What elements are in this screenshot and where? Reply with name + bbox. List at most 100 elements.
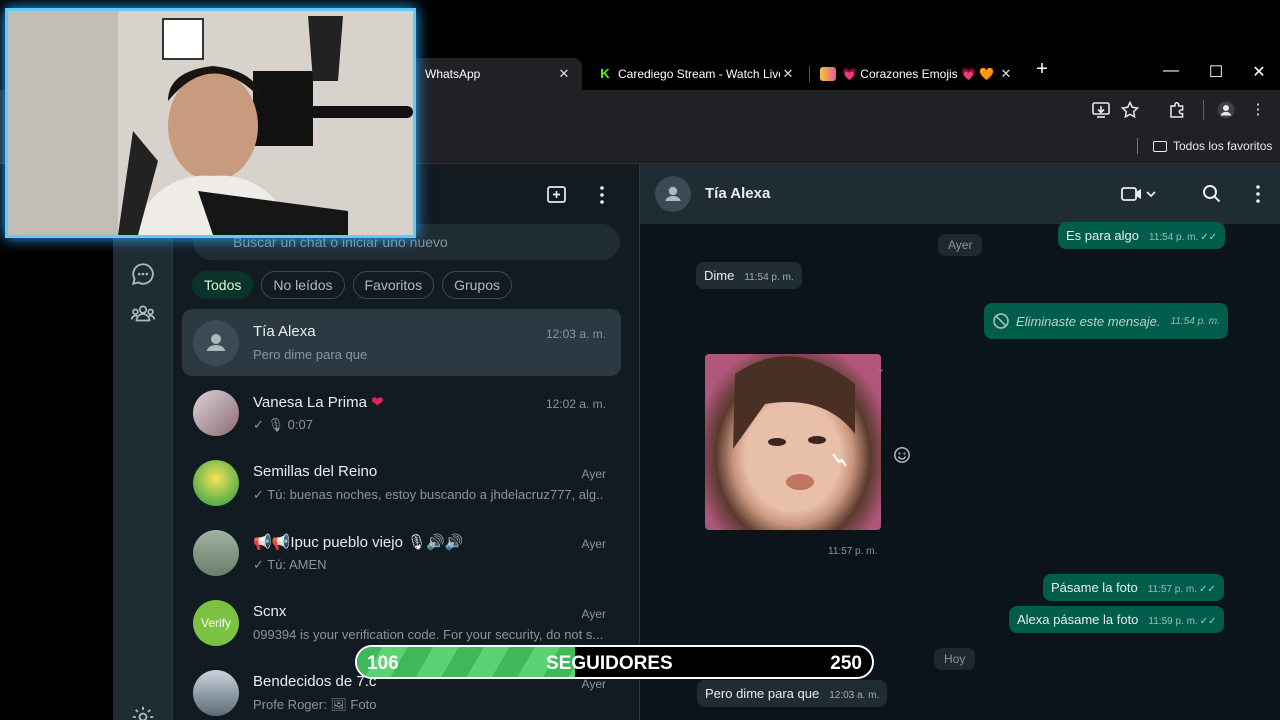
message-time: 11:54 p. m. xyxy=(1170,315,1220,327)
read-ticks-icon: ✓✓ xyxy=(1199,584,1216,595)
contact-avatar[interactable] xyxy=(655,176,691,212)
read-ticks-icon: ✓✓ xyxy=(1199,616,1217,627)
settings-gear-icon[interactable] xyxy=(130,704,156,720)
chat-time: Ayer xyxy=(581,537,606,551)
webcam-overlay xyxy=(5,8,416,238)
message-deleted[interactable]: Eliminaste este mensaje. 11:54 p. m. xyxy=(984,303,1228,339)
tab-title: 💗 Corazones Emojis 💗 🧡 💛 xyxy=(842,67,998,81)
emoji-site-icon xyxy=(820,67,836,81)
menu-dots-icon[interactable] xyxy=(1247,183,1269,205)
image-message-photo[interactable] xyxy=(705,354,881,530)
menu-dots-icon[interactable] xyxy=(591,184,613,206)
conversation-panel: Tía Alexa Es para algo 11:54 p. m. ✓✓ Ayer… xyxy=(640,164,1280,720)
message-text: Dime xyxy=(704,268,735,283)
message-text: Pásame la foto xyxy=(1051,580,1138,595)
toolbar-divider xyxy=(1203,100,1204,120)
bookmarks-folder[interactable]: Todos los favoritos xyxy=(1153,139,1272,153)
followers-goal: 250 xyxy=(830,653,862,674)
blocked-icon xyxy=(993,313,1009,329)
filter-grupos[interactable]: Grupos xyxy=(442,271,513,299)
filter-favoritos[interactable]: Favoritos xyxy=(352,271,435,299)
window-close-button[interactable]: ✕ xyxy=(1244,62,1274,82)
profile-avatar-icon[interactable] xyxy=(1216,100,1236,120)
search-icon[interactable] xyxy=(1201,183,1223,205)
avatar xyxy=(193,320,239,366)
chat-time: Ayer xyxy=(581,467,606,481)
close-icon[interactable]: ✕ xyxy=(998,66,1014,82)
deleted-message: Eliminaste este mensaje. 11:54 p. m. xyxy=(992,312,1220,330)
chat-preview: Pero dime para que xyxy=(253,347,368,362)
followers-goal-bar: 106 SEGUIDORES 250 xyxy=(355,645,874,679)
chat-name: Vanesa La Prima ❤ xyxy=(253,393,384,411)
message-text: Pero dime para que xyxy=(705,686,820,701)
default-person-icon xyxy=(193,320,239,366)
message-in[interactable]: Pero dime para que 12:03 a. m. xyxy=(697,680,888,707)
new-tab-button[interactable]: + xyxy=(1027,58,1057,81)
folder-icon xyxy=(1153,140,1167,152)
heart-emoji: ❤ xyxy=(371,394,384,411)
communities-icon[interactable] xyxy=(130,301,156,327)
followers-label: SEGUIDORES xyxy=(546,653,673,674)
new-chat-icon[interactable] xyxy=(546,184,568,206)
message-out[interactable]: Alexa pásame la foto 11:59 p. m. ✓✓ xyxy=(1009,606,1225,633)
chat-time: Ayer xyxy=(581,607,606,621)
close-icon[interactable]: ✕ xyxy=(780,66,796,82)
chat-time: Ayer xyxy=(581,677,606,691)
filter-todos[interactable]: Todos xyxy=(192,271,254,299)
message-in[interactable]: Dime 11:54 p. m. xyxy=(696,262,802,289)
avatar xyxy=(193,390,239,436)
message-time: 11:54 p. m. xyxy=(744,272,794,283)
bookmark-star-icon[interactable] xyxy=(1120,100,1140,120)
browser-menu-icon[interactable]: ⋮ xyxy=(1248,100,1268,120)
contact-name[interactable]: Tía Alexa xyxy=(705,185,770,202)
close-icon[interactable]: ✕ xyxy=(556,66,572,82)
avatar xyxy=(193,530,239,576)
chat-preview: ✓ 🎙 0:07 xyxy=(253,417,313,432)
message-time: 11:59 p. m. xyxy=(1148,616,1198,627)
message-time: 11:54 p. m. xyxy=(1149,232,1199,243)
channels-icon[interactable] xyxy=(130,261,156,287)
message-out[interactable]: Es para algo 11:54 p. m. ✓✓ xyxy=(1058,222,1226,249)
tab-title: WhatsApp xyxy=(425,67,481,81)
chat-time: 12:03 a. m. xyxy=(545,327,606,341)
chat-row-semillas[interactable]: Semillas del Reino Ayer ✓ Tú: buenas noc… xyxy=(182,449,621,516)
chat-name: Semillas del Reino xyxy=(253,463,378,480)
chat-preview: 099394 is your verification code. For yo… xyxy=(253,627,603,642)
bookmarks-folder-label: Todos los favoritos xyxy=(1173,139,1273,153)
conversation-header: Tía Alexa xyxy=(640,164,1280,224)
filter-no-leidos[interactable]: No leídos xyxy=(261,271,345,299)
chat-list-panel: Buscar un chat o iniciar uno nuevo Todos… xyxy=(173,164,697,720)
chat-row-tia-alexa[interactable]: Tía Alexa 12:03 a. m. Pero dime para que xyxy=(182,309,621,376)
emoji-react-icon[interactable] xyxy=(893,446,911,464)
minimize-button[interactable]: — xyxy=(1156,62,1186,80)
extensions-puzzle-icon[interactable] xyxy=(1167,100,1187,120)
chat-name-text: Vanesa La Prima xyxy=(253,394,367,411)
kick-icon: K xyxy=(600,66,610,81)
message-time: 11:57 p. m. xyxy=(1147,584,1198,595)
install-app-icon[interactable] xyxy=(1091,100,1111,120)
video-call-icon[interactable] xyxy=(1120,183,1160,205)
chat-row-vanesa[interactable]: Vanesa La Prima ❤ 12:02 a. m. ✓ 🎙 0:07 xyxy=(182,379,621,446)
message-text: Alexa pásame la foto xyxy=(1017,612,1139,627)
chat-name: Scnx xyxy=(253,603,287,620)
bookmarks-divider xyxy=(1137,138,1138,154)
followers-current: 106 xyxy=(367,653,399,674)
default-person-icon xyxy=(655,176,691,212)
chat-row-ipuc[interactable]: 📢📢Ipuc pueblo viejo 🎙🔊🔊 Ayer ✓ Tú: AMEN xyxy=(182,519,621,586)
verify-avatar: Verify xyxy=(193,600,239,646)
tab-corazones-emojis[interactable]: 💗 Corazones Emojis 💗 🧡 💛 ✕ xyxy=(810,58,1024,90)
chat-name: 📢📢Ipuc pueblo viejo 🎙🔊🔊 xyxy=(253,534,464,551)
message-time: 12:03 a. m. xyxy=(829,690,880,701)
maximize-button[interactable]: ☐ xyxy=(1201,62,1231,82)
chat-filters: Todos No leídos Favoritos Grupos xyxy=(192,271,513,299)
chat-preview: Profe Roger: 🖼 Foto xyxy=(253,697,377,712)
read-ticks-icon: ✓✓ xyxy=(1200,232,1218,243)
avatar xyxy=(193,460,239,506)
message-out[interactable]: Pásame la foto 11:57 p. m. ✓✓ xyxy=(1043,574,1224,601)
chevron-down-icon[interactable]: ⌄ xyxy=(876,362,885,375)
side-rail xyxy=(113,164,173,720)
chat-preview: ✓ Tú: buenas noches, estoy buscando a jh… xyxy=(253,487,603,502)
chat-name: Tía Alexa xyxy=(253,323,316,340)
tab-carediego-stream[interactable]: K Carediego Stream - Watch Live ✕ xyxy=(588,58,806,90)
message-time: 11:57 p. m. xyxy=(828,546,878,557)
